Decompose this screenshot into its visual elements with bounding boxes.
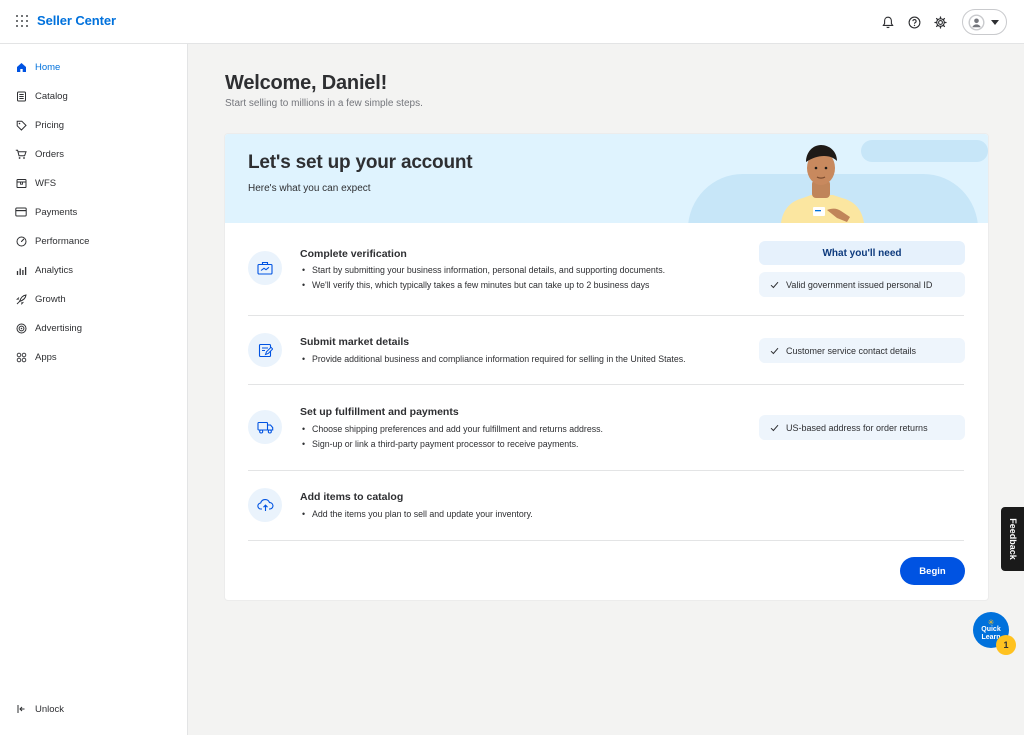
step-bullet: Sign-up or link a third-party payment pr…: [300, 437, 603, 452]
spark-icon: ✳: [987, 617, 995, 627]
sidebar-item-label: Orders: [35, 148, 65, 160]
sidebar-item-label: Pricing: [35, 119, 65, 131]
step-bullet: Start by submitting your business inform…: [300, 263, 665, 278]
top-header: Seller Center: [0, 0, 1024, 44]
step-icon: [248, 251, 282, 285]
box-icon: [15, 177, 27, 189]
edit-document-icon: [258, 343, 273, 357]
requirement-item: US-based address for order returns: [759, 415, 965, 440]
sidebar-item-catalog[interactable]: Catalog: [0, 84, 187, 108]
account-menu-button[interactable]: [962, 9, 1007, 35]
step-bullets: Start by submitting your business inform…: [300, 263, 665, 293]
sidebar-item-label: WFS: [35, 177, 57, 189]
step-title: Submit market details: [300, 336, 410, 348]
sidebar-item-analytics[interactable]: Analytics: [0, 258, 187, 282]
gauge-icon: [15, 235, 27, 247]
sidebar-item-home[interactable]: Home: [0, 55, 187, 79]
person-illustration: [781, 145, 864, 223]
step-title: Complete verification: [300, 248, 407, 260]
briefcase-icon: [257, 261, 273, 275]
step-title: Add items to catalog: [300, 491, 404, 503]
feedback-label: Feedback: [1007, 518, 1018, 560]
sidebar-item-label: Analytics: [35, 264, 74, 276]
sidebar: Home Catalog Pricing Orders WFS Payments…: [0, 44, 188, 735]
step-bullet: Provide additional business and complian…: [300, 352, 686, 367]
sidebar-item-wfs[interactable]: WFS: [0, 171, 187, 195]
divider: [248, 540, 964, 541]
tag-icon: [15, 119, 27, 131]
step-bullet: Add the items you plan to sell and updat…: [300, 507, 533, 522]
sidebar-item-label: Advertising: [35, 322, 82, 334]
check-icon: [770, 347, 779, 355]
account-icon: [968, 14, 985, 30]
begin-button[interactable]: Begin: [900, 557, 965, 585]
requirement-label: Customer service contact details: [786, 345, 917, 356]
rocket-icon: [15, 293, 27, 305]
bar-chart-icon: [15, 264, 27, 276]
what-you-need-header: What you'll need: [759, 241, 965, 265]
check-icon: [770, 424, 779, 432]
setup-subtitle: Here's what you can expect: [248, 183, 371, 194]
requirement-label: Valid government issued personal ID: [786, 279, 933, 290]
step-bullet: Choose shipping preferences and add your…: [300, 422, 603, 437]
apps-grid-icon[interactable]: [16, 15, 28, 27]
step-bullets: Choose shipping preferences and add your…: [300, 422, 603, 452]
step-bullets: Provide additional business and complian…: [300, 352, 686, 367]
card-icon: [15, 206, 27, 218]
sidebar-item-performance[interactable]: Performance: [0, 229, 187, 253]
sidebar-item-label: Catalog: [35, 90, 68, 102]
sidebar-item-label: Payments: [35, 206, 78, 218]
sidebar-item-pricing[interactable]: Pricing: [0, 113, 187, 137]
step-icon: [248, 488, 282, 522]
home-icon: [15, 61, 27, 73]
step-title: Set up fulfillment and payments: [300, 406, 459, 418]
setup-card: Let's set up your account Here's what yo…: [225, 134, 988, 600]
feedback-tab[interactable]: Feedback: [1001, 507, 1024, 571]
gear-icon[interactable]: [931, 13, 949, 31]
unlock-sidebar-button[interactable]: Unlock: [0, 697, 187, 721]
help-icon[interactable]: [905, 13, 923, 31]
cloud-upload-icon: [256, 499, 273, 511]
step-bullets: Add the items you plan to sell and updat…: [300, 507, 533, 522]
sidebar-item-apps[interactable]: Apps: [0, 345, 187, 369]
requirement-item: Customer service contact details: [759, 338, 965, 363]
banner-decoration: [861, 140, 988, 162]
divider: [248, 315, 964, 316]
chevron-down-icon: [991, 19, 999, 25]
sidebar-item-label: Growth: [35, 293, 66, 305]
requirement-label: US-based address for order returns: [786, 422, 928, 433]
sidebar-item-advertising[interactable]: Advertising: [0, 316, 187, 340]
target-icon: [15, 322, 27, 334]
catalog-icon: [15, 90, 27, 102]
page-title: Welcome, Daniel!: [225, 72, 388, 94]
check-icon: [770, 281, 779, 289]
unlock-label: Unlock: [35, 703, 65, 715]
sidebar-item-growth[interactable]: Growth: [0, 287, 187, 311]
page-subtitle: Start selling to millions in a few simpl…: [225, 98, 423, 109]
sidebar-item-orders[interactable]: Orders: [0, 142, 187, 166]
collapse-icon: [15, 703, 27, 715]
brand-logo[interactable]: Seller Center: [37, 13, 116, 28]
apps-icon: [15, 351, 27, 363]
sidebar-item-payments[interactable]: Payments: [0, 200, 187, 224]
quick-learn-label: Quick: [981, 625, 1001, 633]
setup-banner: Let's set up your account Here's what yo…: [225, 134, 988, 223]
sidebar-item-label: Apps: [35, 351, 57, 363]
step-icon: [248, 333, 282, 367]
requirement-item: Valid government issued personal ID: [759, 272, 965, 297]
notification-badge: 1: [996, 635, 1016, 655]
sidebar-item-label: Home: [35, 61, 61, 73]
divider: [248, 384, 964, 385]
cart-icon: [15, 148, 27, 160]
step-bullet: We'll verify this, which typically takes…: [300, 278, 665, 293]
truck-icon: [256, 421, 273, 434]
sidebar-item-label: Performance: [35, 235, 90, 247]
step-icon: [248, 410, 282, 444]
divider: [248, 470, 964, 471]
setup-title: Let's set up your account: [248, 152, 473, 173]
bell-icon[interactable]: [879, 13, 897, 31]
